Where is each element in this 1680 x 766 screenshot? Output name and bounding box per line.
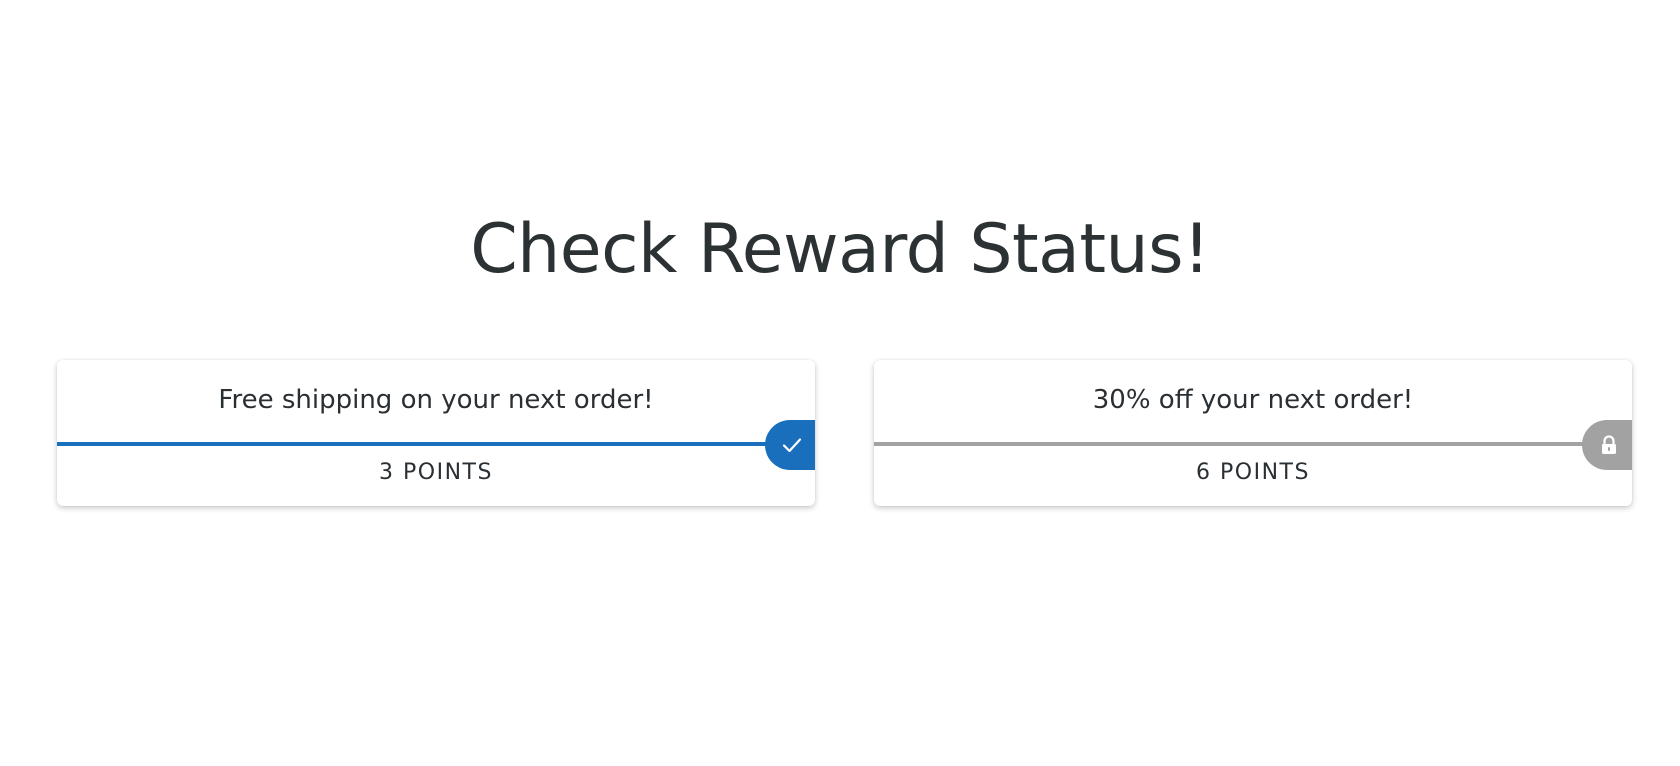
reward-status-page: Check Reward Status! Free shipping on yo… [0,0,1680,766]
reward-card-free-shipping: Free shipping on your next order! 3 POIN… [57,360,815,506]
reward-card-discount: 30% off your next order! 6 POINTS [874,360,1632,506]
check-icon [782,438,802,453]
reward-points: 6 POINTS [1196,460,1310,485]
lock-icon [1602,435,1616,454]
reward-title: Free shipping on your next order! [218,385,654,415]
reward-progress-line [57,442,815,446]
reward-points: 3 POINTS [379,460,493,485]
reward-progress-line [874,442,1632,446]
reward-title: 30% off your next order! [1092,385,1414,415]
page-title: Check Reward Status! [470,210,1210,289]
